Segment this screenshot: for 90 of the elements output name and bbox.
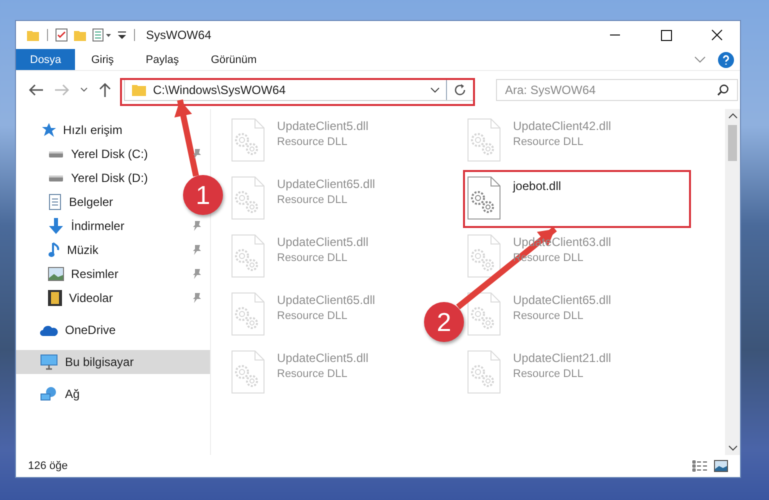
back-arrow-icon[interactable]	[28, 83, 44, 97]
sidebar-label: Belgeler	[69, 195, 114, 209]
ribbon-tab[interactable]: Paylaş	[130, 49, 195, 70]
gear-file-icon	[467, 118, 501, 162]
up-arrow-icon[interactable]	[98, 82, 112, 98]
sidebar-item[interactable]: Videolar	[16, 286, 210, 310]
search-icon[interactable]	[717, 84, 729, 96]
folder-icon	[131, 83, 147, 97]
gear-file-icon	[467, 292, 501, 336]
file-type: Resource DLL	[277, 310, 348, 322]
sidebar-item[interactable]: İndirmeler	[16, 214, 210, 238]
details-view-icon[interactable]	[692, 460, 708, 472]
sidebar-item[interactable]: Ağ	[16, 382, 95, 406]
chevron-down-icon[interactable]	[80, 87, 88, 93]
sidebar-label: Bu bilgisayar	[65, 355, 134, 369]
search-field[interactable]: Ara: SysWOW64	[496, 79, 738, 101]
sidebar-label: Müzik	[67, 243, 98, 257]
music-note-icon	[48, 242, 60, 258]
help-icon[interactable]	[718, 52, 734, 68]
file-type: Resource DLL	[277, 136, 348, 148]
sidebar-item[interactable]: OneDrive	[16, 318, 131, 342]
file-name: UpdateClient5.dll	[277, 235, 368, 249]
picture-icon	[48, 267, 64, 281]
sidebar-item[interactable]: Hızlı erişim	[16, 118, 138, 142]
sidebar-item[interactable]: Resimler	[16, 262, 210, 286]
pin-icon[interactable]	[192, 268, 202, 280]
sidebar-label: Yerel Disk (D:)	[71, 171, 148, 185]
file-type: Resource DLL	[513, 368, 584, 380]
large-icons-view-icon[interactable]	[714, 460, 728, 472]
ribbon-tab[interactable]: Giriş	[75, 49, 130, 70]
network-icon	[40, 386, 58, 402]
gear-file-icon	[231, 176, 265, 220]
file-type: Resource DLL	[277, 368, 348, 380]
file-type: Resource DLL	[513, 310, 584, 322]
item-count: 126 öğe	[28, 460, 68, 472]
window-title: SysWOW64	[146, 28, 212, 42]
pin-icon[interactable]	[192, 220, 202, 232]
address-bar[interactable]: C:\Windows\SysWOW64	[124, 79, 474, 101]
sidebar-label: Videolar	[69, 291, 113, 305]
scrollbar-thumb[interactable]	[728, 125, 737, 161]
file-name: UpdateClient5.dll	[277, 351, 368, 365]
file-type: Resource DLL	[277, 194, 348, 206]
checklist-icon[interactable]	[55, 28, 68, 42]
gear-file-icon	[467, 350, 501, 394]
pin-icon[interactable]	[192, 292, 202, 304]
file-name: UpdateClient21.dll	[513, 351, 612, 365]
sidebar-item[interactable]: Müzik	[16, 238, 210, 262]
sidebar-item[interactable]: Yerel Disk (D:)	[16, 166, 163, 190]
download-arrow-icon	[48, 218, 64, 234]
sidebar-item[interactable]: Belgeler	[16, 190, 128, 214]
monitor-icon	[40, 354, 58, 370]
gear-file-icon	[231, 234, 265, 278]
sidebar-item[interactable]: Yerel Disk (C:)	[16, 142, 210, 166]
file-name: joebot.dll	[513, 179, 562, 193]
file-name: UpdateClient65.dll	[513, 293, 612, 307]
gear-file-icon	[467, 234, 501, 278]
scrollbar[interactable]	[725, 109, 740, 455]
refresh-icon[interactable]	[453, 83, 467, 97]
file-type: Resource DLL	[513, 136, 584, 148]
file-name: UpdateClient65.dll	[277, 293, 376, 307]
sidebar-label: Ağ	[65, 387, 80, 401]
star-icon	[40, 122, 56, 138]
file-item[interactable]: joebot.dll	[463, 170, 691, 228]
sidebar-label: OneDrive	[65, 323, 116, 337]
ribbon-tab[interactable]: Görünüm	[194, 49, 273, 70]
sidebar-label: Resimler	[71, 267, 118, 281]
gear-file-icon	[231, 292, 265, 336]
gear-file-icon	[231, 118, 265, 162]
drive-icon	[48, 174, 64, 182]
chevron-down-icon[interactable]	[430, 87, 440, 93]
file-name: UpdateClient42.dll	[513, 119, 612, 133]
film-icon	[48, 290, 62, 306]
pin-icon[interactable]	[192, 148, 202, 160]
dropdown-icon[interactable]	[117, 29, 127, 41]
sidebar-label: Yerel Disk (C:)	[71, 147, 148, 161]
pin-icon[interactable]	[192, 244, 202, 256]
properties-icon[interactable]	[92, 28, 112, 42]
file-type: Resource DLL	[277, 252, 348, 264]
chevron-down-icon[interactable]	[728, 445, 738, 451]
drive-icon	[48, 150, 64, 158]
sidebar-label: Hızlı erişim	[63, 123, 122, 137]
gear-file-icon	[467, 176, 501, 220]
file-name: UpdateClient5.dll	[277, 119, 368, 133]
gear-file-icon	[231, 350, 265, 394]
cloud-icon	[40, 324, 58, 336]
sidebar-label: İndirmeler	[71, 219, 124, 233]
document-icon	[48, 194, 62, 210]
file-name: UpdateClient65.dll	[277, 177, 376, 191]
chevron-up-icon[interactable]	[728, 113, 738, 119]
sidebar-item[interactable]: Bu bilgisayar	[16, 350, 210, 374]
